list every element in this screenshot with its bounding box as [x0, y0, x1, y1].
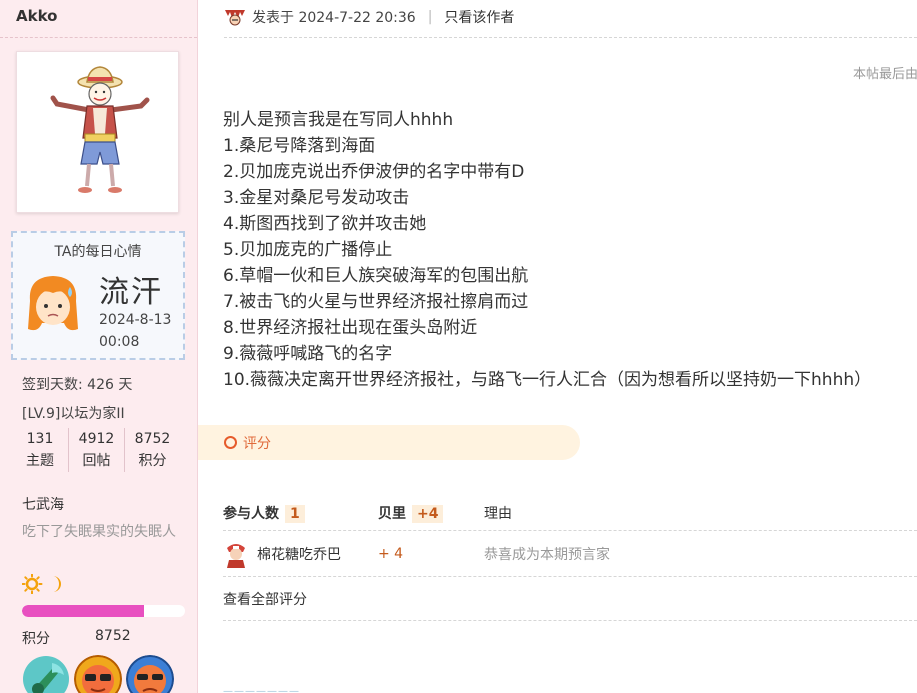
- reason-header: 理由: [484, 505, 512, 522]
- straw-hat-character-avatar-icon: [50, 66, 150, 193]
- rate-button-label: 评分: [243, 435, 271, 452]
- post-line: 3.金星对桑尼号发动攻击: [223, 188, 410, 208]
- participants-count: 1: [285, 504, 305, 523]
- post-line: 8.世界经济报社出现在蛋头岛附近: [223, 318, 478, 338]
- post-line: 5.贝加庞克的广播停止: [223, 240, 393, 260]
- post-line: 1.桑尼号降落到海面: [223, 136, 376, 156]
- user-rank-description: 吃下了失眠果实的失眠人: [22, 524, 176, 540]
- participants-header: 参与人数 1: [223, 503, 378, 523]
- currency-header: 贝里 +4: [378, 503, 484, 523]
- stat-value: 131: [26, 431, 54, 447]
- post-line: 9.薇薇呼喊路飞的名字: [223, 344, 393, 364]
- rater-name: 棉花糖吃乔巴: [257, 546, 341, 563]
- mood-time: 00:08: [99, 334, 140, 350]
- daily-mood-card: TA的每日心情 流汗 2024-8-13 00:08: [11, 231, 185, 360]
- mood-word: 流汗: [99, 275, 163, 310]
- post-timestamp: 发表于 2024-7-22 20:36: [252, 10, 416, 26]
- rating-table: 参与人数 1 贝里 +4 理由 棉花糖吃乔巴 + 4 恭喜成为本期预言家 查看全部评…: [223, 495, 917, 621]
- currency-label: 贝里: [378, 505, 406, 522]
- mood-title: TA的每日心情: [54, 244, 142, 260]
- sidebar-divider: [0, 37, 197, 38]
- post-meta: 发表于 2024-7-22 20:36 | 只看该作者: [224, 7, 514, 27]
- participants-label: 参与人数: [223, 505, 279, 522]
- author-avatar[interactable]: [16, 51, 179, 213]
- user-stats: 131 主题 4912 回帖 8752 积分: [12, 428, 182, 472]
- sweating-girl-mood-icon: [28, 276, 78, 331]
- post-line: 6.草帽一伙和巨人族突破海军的包围出航: [223, 266, 529, 286]
- rating-row: 棉花糖吃乔巴 + 4 恭喜成为本期预言家: [223, 531, 917, 577]
- rating-reason: 恭喜成为本期预言家: [484, 546, 610, 563]
- online-status-icon: [225, 10, 245, 26]
- post-main: 发表于 2024-7-22 20:36 | 只看该作者 本帖最后由 别人是预言我…: [198, 0, 917, 693]
- rater-avatar-icon: [227, 543, 245, 568]
- stat-points[interactable]: 8752 积分: [124, 428, 180, 472]
- stat-label: 回帖: [82, 453, 111, 469]
- level-icons: [21, 573, 62, 598]
- only-author-link[interactable]: 只看该作者: [444, 7, 514, 27]
- rate-circle-icon: [224, 436, 237, 449]
- user-rank: 七武海: [22, 497, 64, 513]
- post-line: 2.贝加庞克说出乔伊波伊的名字中带有D: [223, 162, 525, 182]
- user-level[interactable]: [LV.9]以坛为家II: [22, 403, 125, 423]
- moon-icon: [53, 576, 61, 592]
- rating-table-header: 参与人数 1 贝里 +4 理由: [223, 495, 917, 531]
- sun-icon: [21, 573, 43, 595]
- stat-label: 积分: [138, 453, 167, 469]
- points-value: 8752: [95, 628, 131, 644]
- meta-divider: [224, 37, 917, 38]
- post-line: 10.薇薇决定离开世界经济报社，与路飞一行人汇合（因为想看所以坚持奶一下hhhh…: [223, 370, 872, 390]
- mood-timestamp: 2024-8-13 00:08: [99, 309, 179, 353]
- author-username[interactable]: Akko: [16, 7, 57, 25]
- signature-divider-peek: ———————: [223, 686, 300, 693]
- rate-button[interactable]: 评分: [198, 425, 580, 460]
- grumpy-face-medal-icon[interactable]: [126, 655, 174, 693]
- rater[interactable]: 棉花糖吃乔巴: [223, 540, 378, 568]
- post-line: 4.斯图西找到了欲并攻击她: [223, 214, 427, 234]
- post-line: 7.被击飞的火星与世界经济报社擦肩而过: [223, 292, 529, 312]
- author-sidebar: Akko TA的每日心情 流汗 2024-8-13 00:08 签到天数: 42…: [0, 0, 198, 693]
- edit-note: 本帖最后由: [853, 67, 917, 82]
- points-label: 积分: [22, 631, 50, 647]
- checkin-days: 签到天数: 426 天: [22, 377, 133, 393]
- stat-value: 8752: [134, 431, 171, 447]
- level-progress-fill: [22, 605, 145, 617]
- mood-date: 2024-8-13: [99, 312, 172, 328]
- meta-separator: |: [427, 9, 433, 25]
- stat-topics[interactable]: 131 主题: [12, 428, 68, 472]
- view-all-ratings-link[interactable]: 查看全部评分: [223, 577, 917, 621]
- stat-value: 4912: [78, 431, 115, 447]
- currency-total: +4: [412, 504, 444, 523]
- stat-label: 主题: [26, 453, 54, 469]
- guitar-dragon-medal-icon[interactable]: [22, 655, 70, 693]
- medal-list: [22, 655, 174, 693]
- stat-replies[interactable]: 4912 回帖: [68, 428, 124, 472]
- rating-amount: + 4: [378, 545, 404, 562]
- level-progress-bar: [22, 605, 185, 617]
- post-content: 别人是预言我是在写同人hhhh 1.桑尼号降落到海面 2.贝加庞克说出乔伊波伊的…: [223, 107, 871, 393]
- post-line: 别人是预言我是在写同人hhhh: [223, 110, 454, 130]
- sunglasses-face-medal-icon[interactable]: [74, 655, 122, 693]
